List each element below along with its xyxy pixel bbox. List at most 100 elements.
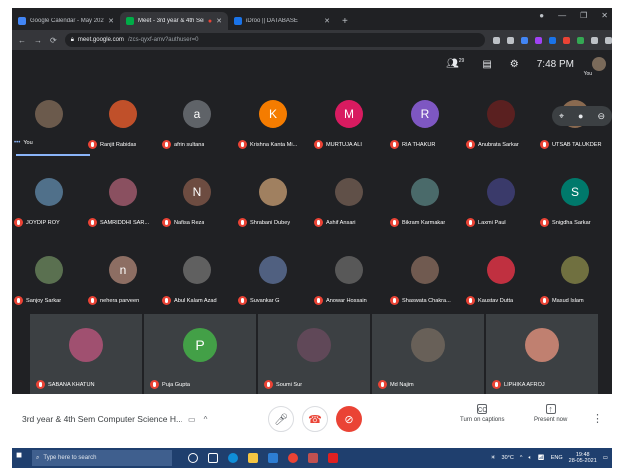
participant-tile-large[interactable]: LIPHIKA AFROJ bbox=[486, 314, 598, 394]
participant-tile[interactable]: Ranjit Rabidas bbox=[86, 82, 160, 160]
forward-icon[interactable]: → bbox=[34, 36, 42, 45]
camera-icon[interactable] bbox=[492, 36, 500, 44]
volume-icon[interactable]: 🔈︎ bbox=[528, 455, 531, 462]
close-window-icon[interactable]: ✕ bbox=[601, 11, 608, 20]
participant-tile[interactable]: Laxmi Paul bbox=[464, 160, 538, 238]
star-icon[interactable] bbox=[506, 36, 514, 44]
participant-tile[interactable]: Shaswata Chakra... bbox=[388, 238, 462, 316]
participant-tile[interactable]: Sanjoy Sarkar bbox=[12, 238, 86, 316]
avatar bbox=[487, 256, 515, 284]
participant-tile[interactable]: n nehera parveen bbox=[86, 238, 160, 316]
taskbar-search-box[interactable]: ⌕ Type here to search bbox=[32, 450, 172, 466]
participant-tile-large[interactable]: Soumi Sur bbox=[258, 314, 370, 394]
language-indicator[interactable]: ENG bbox=[551, 455, 563, 461]
task-view-icon[interactable] bbox=[208, 453, 218, 463]
new-tab-button[interactable]: + bbox=[342, 16, 348, 27]
avatar-thumb-icon[interactable]: ● bbox=[578, 111, 583, 121]
muted-mic-icon bbox=[540, 140, 549, 149]
mail-icon[interactable] bbox=[268, 453, 278, 463]
close-tab-icon[interactable]: ✕ bbox=[108, 17, 114, 25]
maximize-icon[interactable]: ❐ bbox=[580, 11, 587, 20]
participant-tile[interactable]: M MURTUJA ALI bbox=[312, 82, 386, 160]
file-explorer-icon[interactable] bbox=[248, 453, 258, 463]
extension-icon[interactable] bbox=[520, 36, 528, 44]
participant-tile[interactable]: Ashif Ansari bbox=[312, 160, 386, 238]
profile-icon[interactable]: ● bbox=[539, 11, 544, 20]
extension-icon[interactable] bbox=[562, 36, 570, 44]
activities-button[interactable]: ⚙︎ bbox=[510, 59, 519, 70]
minimize-icon[interactable]: — bbox=[558, 11, 566, 20]
cortana-icon[interactable] bbox=[188, 453, 198, 463]
windows-taskbar: ⌕ Type here to search ☀︎ 30°C ^ 🔈︎ 📶︎ EN… bbox=[12, 448, 612, 468]
participant-namebar: LIPHIKA AFROJ bbox=[492, 380, 564, 389]
puzzle-icon[interactable] bbox=[590, 36, 598, 44]
self-avatar[interactable] bbox=[592, 57, 606, 71]
mic-button[interactable]: 🎤︎ bbox=[268, 406, 294, 432]
captions-button[interactable]: cc Turn on captions bbox=[460, 404, 504, 423]
reload-icon[interactable]: ⟳ bbox=[50, 36, 57, 45]
pdf-icon[interactable] bbox=[328, 453, 338, 463]
network-icon[interactable]: 📶︎ bbox=[538, 455, 545, 461]
muted-mic-icon bbox=[14, 296, 23, 305]
meet-favicon-icon bbox=[126, 17, 134, 25]
tab-meet[interactable]: Meet - 3rd year & 4th Sem C ● ✕ bbox=[120, 12, 228, 30]
participant-name: Ashif Ansari bbox=[326, 219, 356, 226]
tab-google-calendar[interactable]: Google Calendar - May 2021 ✕ bbox=[12, 12, 120, 30]
chevron-up-icon[interactable]: ^ bbox=[204, 415, 208, 424]
people-button[interactable]: 👥︎29 bbox=[446, 58, 464, 69]
camera-toggle-button[interactable]: ⊘ bbox=[336, 406, 362, 432]
participant-tile[interactable]: Bikram Karmakar bbox=[388, 160, 462, 238]
more-options-icon[interactable]: ⋮ bbox=[592, 412, 603, 425]
avatar bbox=[561, 256, 589, 284]
participant-tile[interactable]: Anowar Hossain bbox=[312, 238, 386, 316]
close-tab-icon[interactable]: ✕ bbox=[324, 17, 330, 25]
tab-title: iDroo || DATABASE bbox=[246, 18, 298, 24]
participant-tile[interactable]: Shrabani Dubey bbox=[236, 160, 310, 238]
chrome-icon[interactable] bbox=[288, 453, 298, 463]
close-tab-icon[interactable]: ✕ bbox=[216, 17, 222, 25]
leave-call-button[interactable]: ☎︎ bbox=[302, 406, 328, 432]
extension-icon[interactable] bbox=[576, 36, 584, 44]
pin-icon[interactable]: ⌖ bbox=[559, 111, 564, 122]
chat-button[interactable]: ▤ bbox=[482, 59, 491, 70]
participant-tile[interactable]: R RIA THAKUR bbox=[388, 82, 462, 160]
taskbar-clock[interactable]: 19:48 28-05-2021 bbox=[569, 452, 597, 464]
participant-tile[interactable]: a afrin sultana bbox=[160, 82, 234, 160]
participant-tile[interactable]: Suvankar G bbox=[236, 238, 310, 316]
participant-tile[interactable]: N Nafisa Reza bbox=[160, 160, 234, 238]
url-input[interactable]: 🔒︎ meet.google.com/zcs-qyxf-amv?authuser… bbox=[64, 33, 485, 47]
chat-bubble-icon[interactable]: ▭ bbox=[188, 415, 196, 424]
muted-mic-icon bbox=[238, 296, 247, 305]
participant-tile[interactable]: SAMRIDDHI SAR... bbox=[86, 160, 160, 238]
participant-tile[interactable]: Kaustav Dutta bbox=[464, 238, 538, 316]
participant-tile-large[interactable]: P Puja Gupta bbox=[144, 314, 256, 394]
tray-chevron-icon[interactable]: ^ bbox=[520, 455, 523, 461]
present-button[interactable]: ↑ Present now bbox=[534, 404, 567, 423]
participant-tile-large[interactable]: Md Najim bbox=[372, 314, 484, 394]
participant-tile[interactable]: S Snigdha Sarkar bbox=[538, 160, 612, 238]
muted-mic-icon bbox=[390, 296, 399, 305]
back-icon[interactable]: ← bbox=[18, 36, 26, 45]
participant-tile[interactable]: ••• You bbox=[12, 82, 90, 160]
more-icon[interactable]: ⊖ bbox=[597, 111, 605, 122]
store-icon[interactable] bbox=[308, 453, 318, 463]
menu-icon[interactable] bbox=[604, 36, 612, 44]
participant-tile[interactable]: Masud Islam bbox=[538, 238, 612, 316]
participant-tile[interactable]: Anubrata Sarkar bbox=[464, 82, 538, 160]
windows-start-icon[interactable] bbox=[16, 450, 26, 463]
extension-icon[interactable] bbox=[534, 36, 542, 44]
closed-captions-icon: cc bbox=[477, 404, 488, 414]
microphone-icon: 🎤︎ bbox=[274, 413, 288, 426]
participant-tile[interactable]: Abul Kalam Azad bbox=[160, 238, 234, 316]
notifications-icon[interactable]: ▭ bbox=[603, 455, 608, 461]
participant-tile[interactable]: JOYDIP ROY bbox=[12, 160, 86, 238]
participant-tile-large[interactable]: SABANA KHATUN bbox=[30, 314, 142, 394]
weather-icon[interactable]: ☀︎ bbox=[491, 455, 496, 461]
participant-tile[interactable]: K Krishna Kanta Mi... bbox=[236, 82, 310, 160]
avatar: a bbox=[183, 100, 211, 128]
edge-icon[interactable] bbox=[228, 453, 238, 463]
meeting-title[interactable]: 3rd year & 4th Sem Computer Science H... bbox=[22, 414, 182, 424]
extension-icon[interactable] bbox=[548, 36, 556, 44]
tab-idroo[interactable]: iDroo || DATABASE ✕ bbox=[228, 12, 336, 30]
participant-namebar: Snigdha Sarkar bbox=[540, 218, 612, 227]
